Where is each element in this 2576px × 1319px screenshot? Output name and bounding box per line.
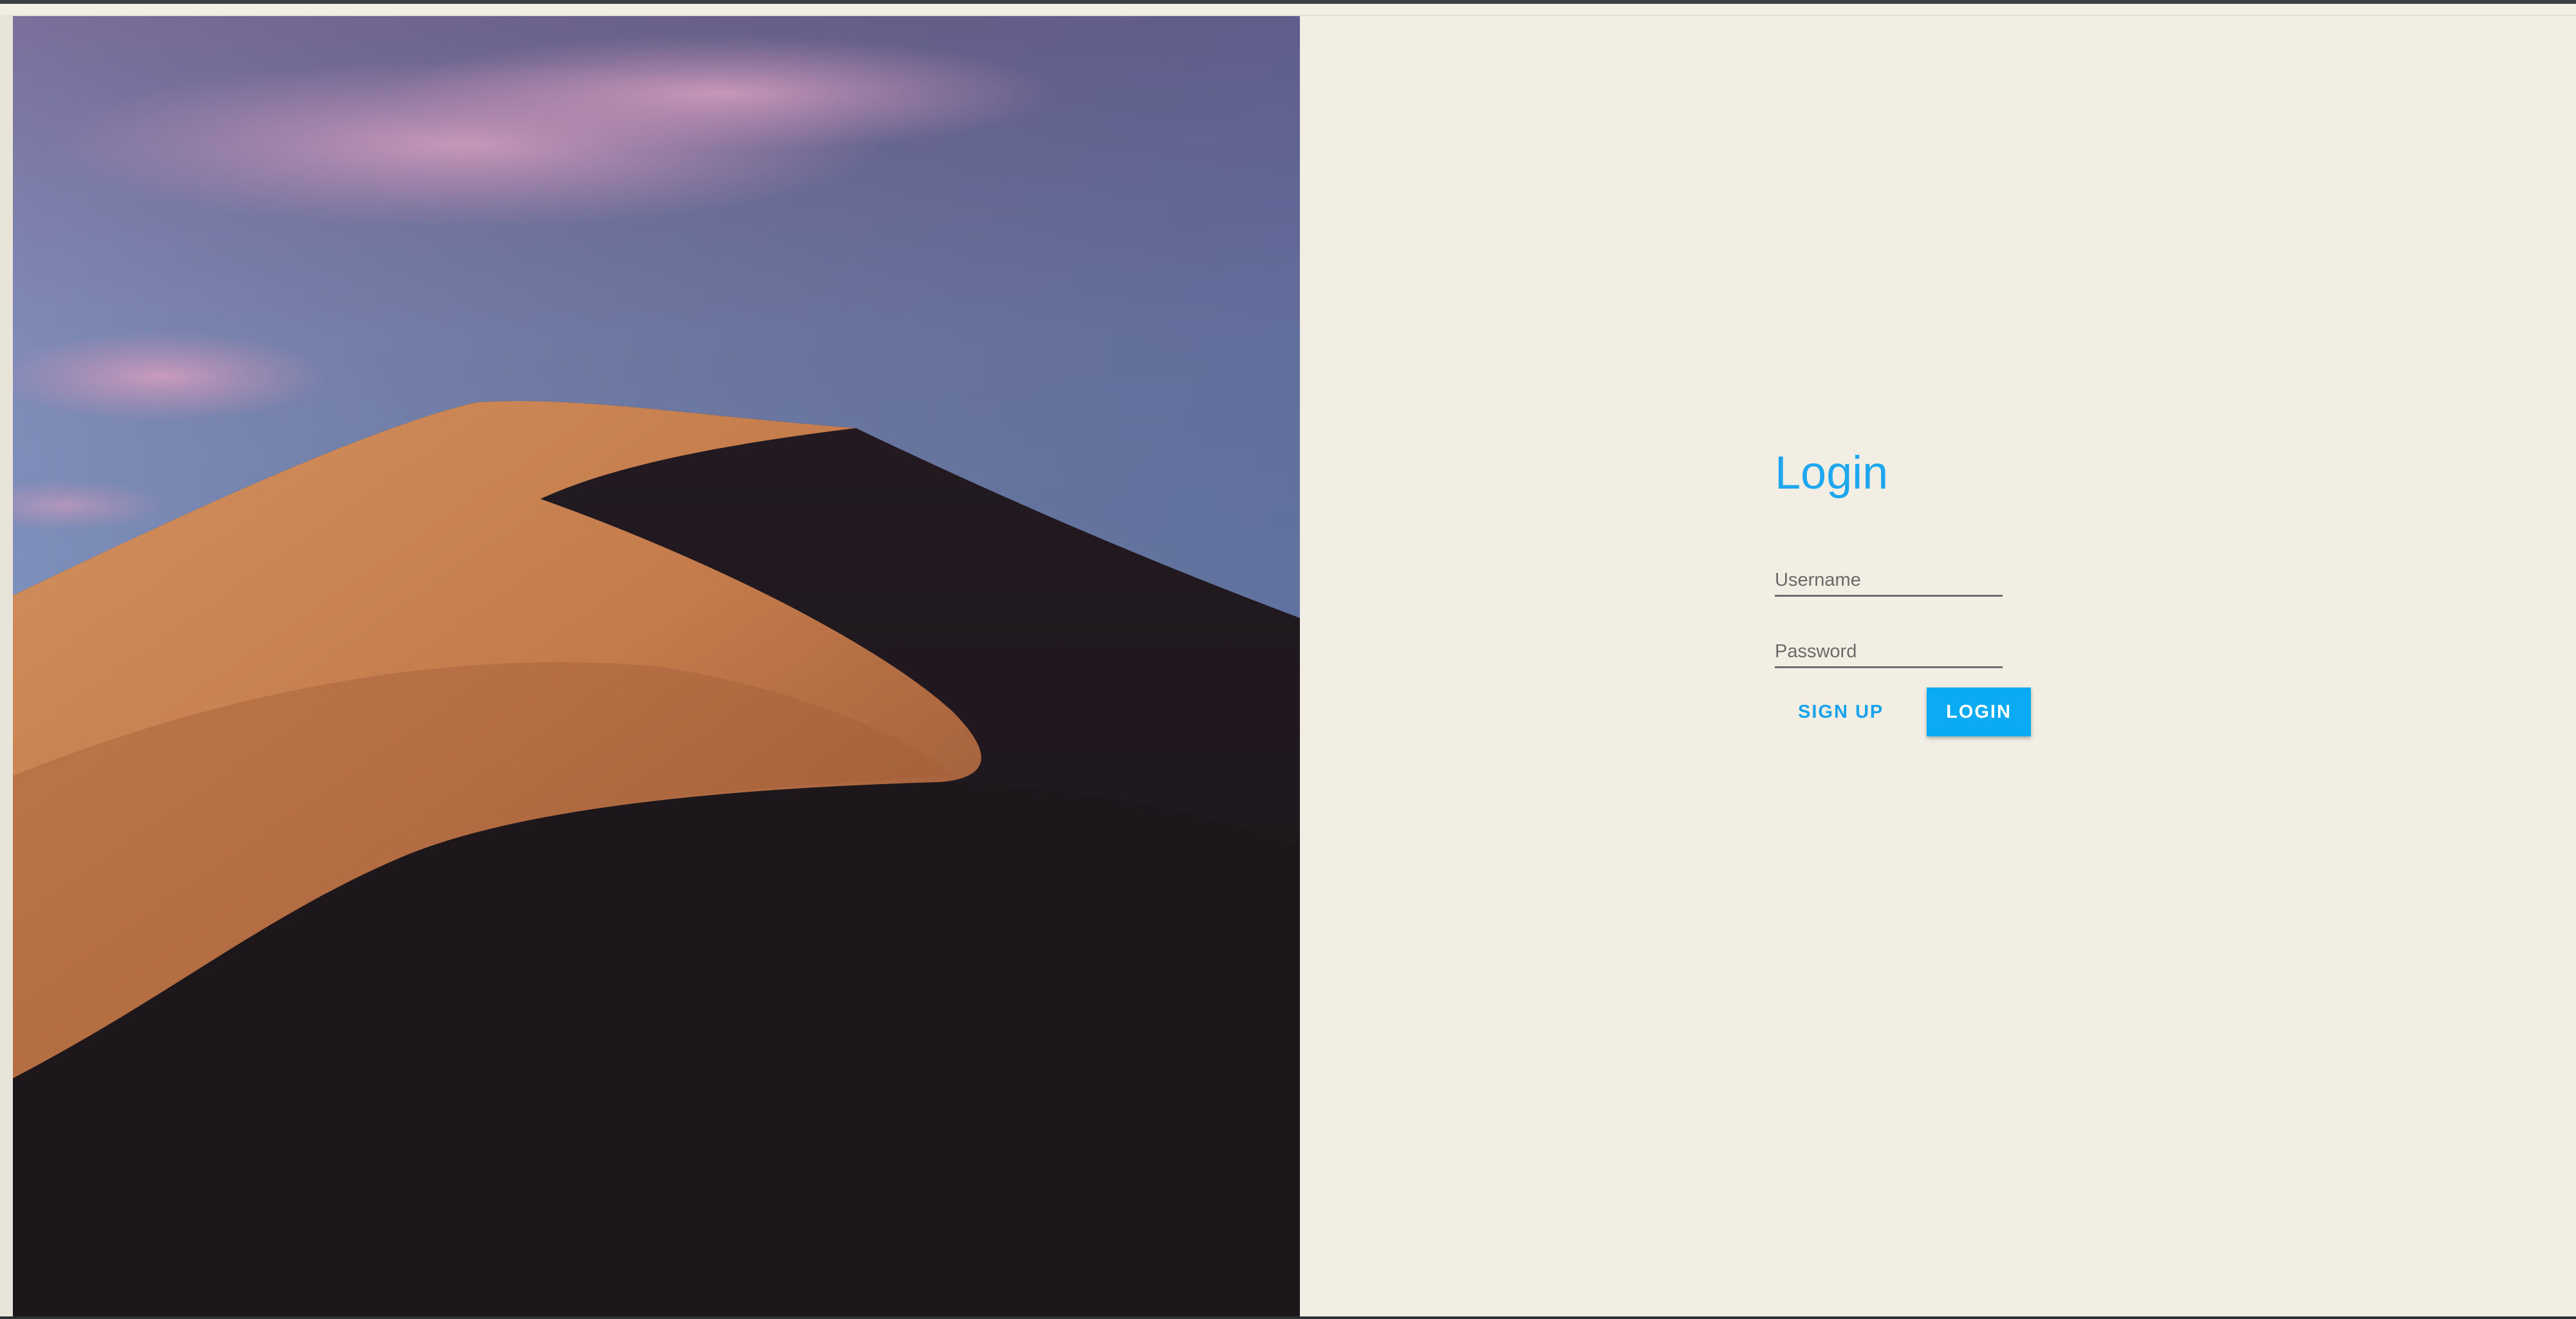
password-input[interactable] <box>1775 641 2000 662</box>
login-title: Login <box>1775 447 1889 499</box>
page-left-margin <box>0 15 13 1319</box>
window-bottom-border <box>0 1316 2576 1319</box>
login-actions: SIGN UP LOGIN <box>1775 688 2045 736</box>
username-field-wrapper <box>1775 557 2003 597</box>
password-field-wrapper <box>1775 629 2003 668</box>
desert-dune-illustration <box>13 16 1300 1319</box>
hero-image-desert-dune <box>13 16 1300 1319</box>
page-top-bar <box>0 4 2576 16</box>
login-panel: Login SIGN UP LOGIN <box>1775 444 2045 736</box>
sign-up-button[interactable]: SIGN UP <box>1798 688 1884 736</box>
username-input[interactable] <box>1775 570 2000 591</box>
login-button[interactable]: LOGIN <box>1927 688 2031 736</box>
